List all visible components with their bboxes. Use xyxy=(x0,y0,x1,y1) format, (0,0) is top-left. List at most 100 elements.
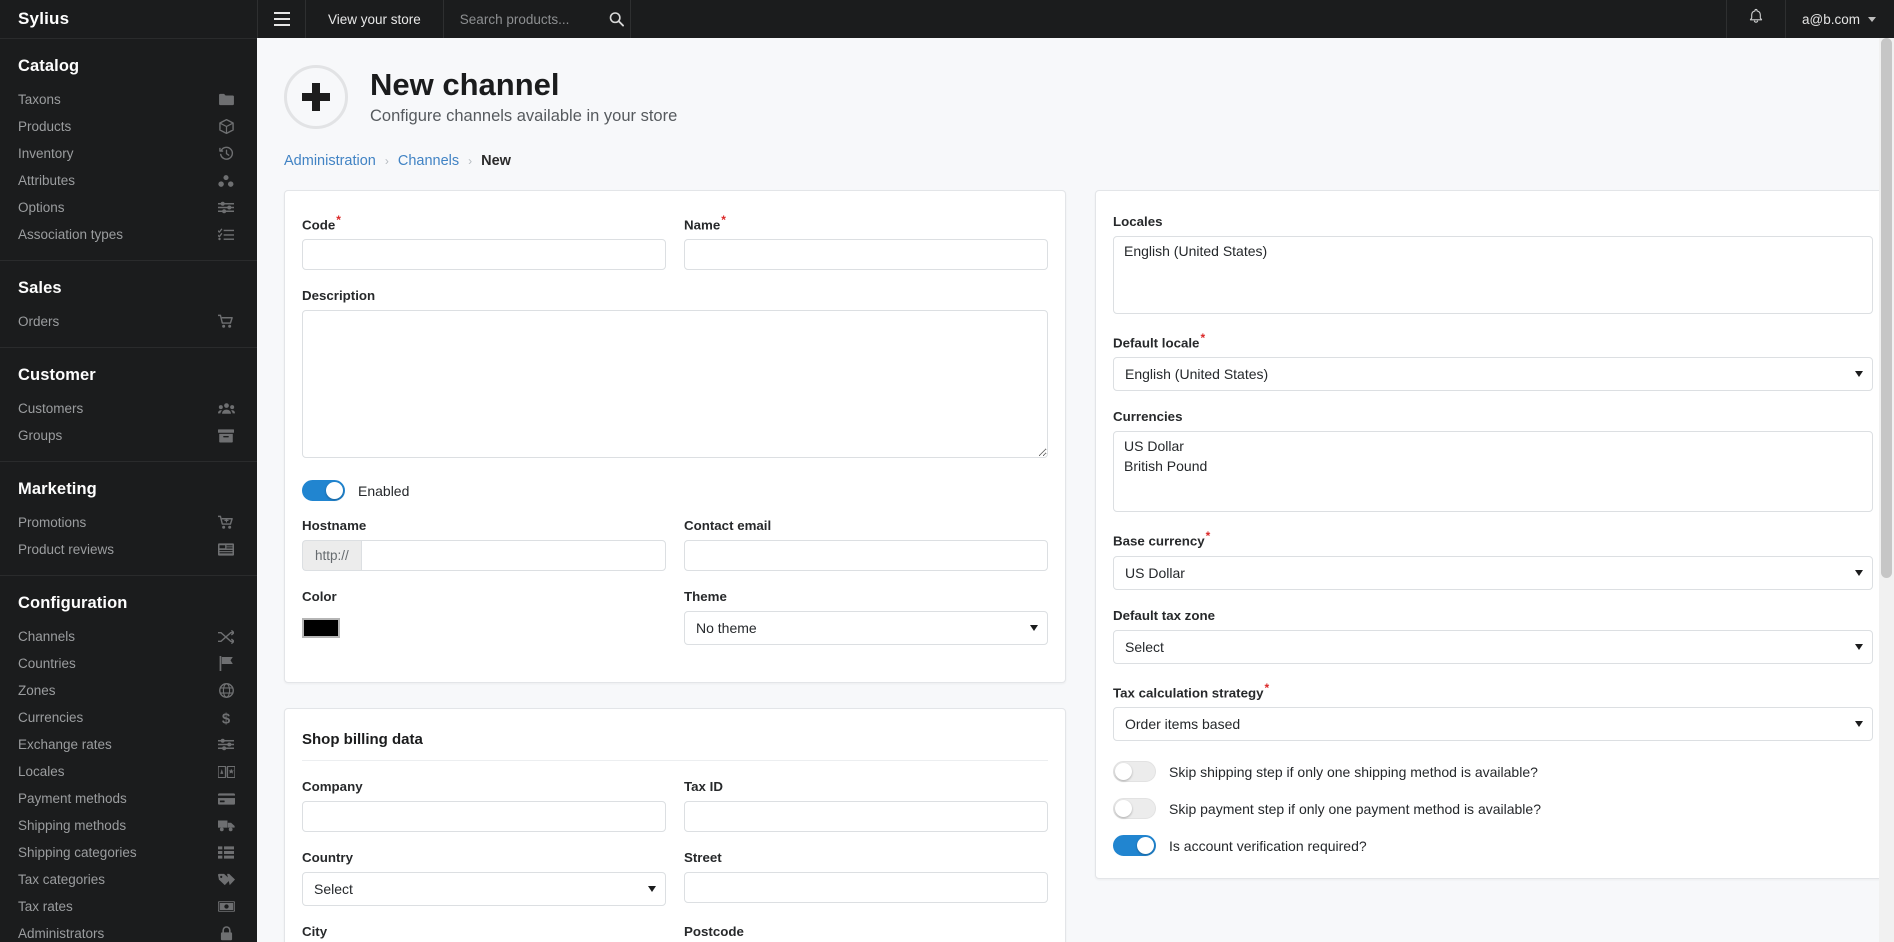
currencies-listbox[interactable]: US Dollar British Pound xyxy=(1113,431,1873,513)
country-select[interactable]: Select xyxy=(302,872,666,907)
sidebar-item-currencies[interactable]: Currencies $ xyxy=(0,704,257,731)
sidebar-item-exchange-rates[interactable]: Exchange rates xyxy=(0,731,257,758)
theme-select[interactable]: No theme xyxy=(684,611,1048,646)
sidebar-item-label: Countries xyxy=(18,656,76,671)
sidebar-item-label: Shipping methods xyxy=(18,818,127,833)
truck-icon xyxy=(217,818,235,834)
sidebar-item-options[interactable]: Options xyxy=(0,194,257,221)
sidebar-item-inventory[interactable]: Inventory xyxy=(0,140,257,167)
tax-calculation-strategy-select-box: Order items based xyxy=(1113,707,1873,742)
sidebar-item-administrators[interactable]: Administrators xyxy=(0,920,257,942)
sidebar-item-orders[interactable]: Orders xyxy=(0,308,257,335)
city-label: City xyxy=(302,924,328,940)
chevron-right-icon: › xyxy=(384,154,389,168)
locales-option[interactable]: English (United States) xyxy=(1114,242,1872,262)
company-label: Company xyxy=(302,779,363,795)
default-locale-field-group: Default locale* English (United States) xyxy=(1113,331,1873,392)
breadcrumb-item-channels[interactable]: Channels xyxy=(398,153,459,169)
street-input[interactable] xyxy=(684,872,1048,904)
tax-calculation-strategy-select[interactable]: Order items based xyxy=(1113,707,1873,742)
toggle-knob xyxy=(326,482,343,500)
credit-card-icon xyxy=(217,791,235,807)
sidebar-item-payment-methods[interactable]: Payment methods xyxy=(0,785,257,812)
company-taxid-row: Company Tax ID xyxy=(302,778,1048,849)
sidebar-item-attributes[interactable]: Attributes xyxy=(0,167,257,194)
cube-icon xyxy=(217,119,235,135)
notifications-button[interactable] xyxy=(1727,0,1785,38)
view-your-store-link[interactable]: View your store xyxy=(306,0,443,38)
theme-field-group: Theme No theme xyxy=(684,588,1048,646)
cubes-icon xyxy=(217,173,235,189)
sidebar-item-tax-categories[interactable]: Tax categories xyxy=(0,866,257,893)
currencies-option[interactable]: US Dollar xyxy=(1114,437,1872,457)
sidebar-item-association-types[interactable]: Association types xyxy=(0,221,257,248)
sidebar-item-locales[interactable]: Locales xyxy=(0,758,257,785)
sidebar-item-groups[interactable]: Groups xyxy=(0,422,257,449)
skip-shipping-toggle[interactable] xyxy=(1113,761,1156,783)
scrollbar-thumb[interactable] xyxy=(1881,38,1892,578)
hostname-input[interactable] xyxy=(360,540,666,572)
code-label-text: Code xyxy=(302,217,336,233)
company-field-group: Company xyxy=(302,778,666,833)
name-input[interactable] xyxy=(684,239,1048,271)
sidebar-section-customer: Customer Customers Groups xyxy=(0,348,257,462)
bell-icon xyxy=(1748,8,1764,30)
sidebar-item-label: Groups xyxy=(18,428,63,443)
sidebar-item-channels[interactable]: Channels xyxy=(0,623,257,650)
sidebar-item-shipping-categories[interactable]: Shipping categories xyxy=(0,839,257,866)
color-theme-row: Color Theme No theme xyxy=(302,588,1048,662)
shop-billing-title: Shop billing data xyxy=(302,731,1048,762)
sidebar-item-product-reviews[interactable]: Product reviews xyxy=(0,536,257,563)
tax-id-input[interactable] xyxy=(684,801,1048,833)
chevron-down-icon xyxy=(1868,16,1876,22)
hostname-email-row: Hostname http:// Contact email xyxy=(302,517,1048,588)
default-locale-select[interactable]: English (United States) xyxy=(1113,357,1873,392)
sidebar-item-zones[interactable]: Zones xyxy=(0,677,257,704)
search-icon[interactable] xyxy=(609,12,624,27)
enabled-toggle[interactable] xyxy=(302,480,345,502)
color-picker-swatch[interactable] xyxy=(302,618,340,639)
sidebar-item-products[interactable]: Products xyxy=(0,113,257,140)
sliders-icon xyxy=(217,737,235,753)
company-input[interactable] xyxy=(302,801,666,833)
account-verification-label: Is account verification required? xyxy=(1169,837,1367,854)
breadcrumb-item-administration[interactable]: Administration xyxy=(284,153,376,169)
user-account-menu[interactable]: a@b.com xyxy=(1786,0,1894,38)
locales-label: Locales xyxy=(1113,214,1163,229)
locales-listbox[interactable]: English (United States) xyxy=(1113,236,1873,314)
page-scrollbar[interactable] xyxy=(1879,38,1894,942)
shop-billing-data-card: Shop billing data Company Tax ID Country xyxy=(284,708,1066,942)
code-input[interactable] xyxy=(302,239,666,271)
account-verification-toggle[interactable] xyxy=(1113,835,1156,857)
required-asterisk: * xyxy=(721,213,726,227)
currencies-label: Currencies xyxy=(1113,409,1183,425)
sidebar-item-label: Inventory xyxy=(18,146,74,161)
hamburger-menu-button[interactable] xyxy=(258,0,305,38)
sidebar-item-label: Exchange rates xyxy=(18,737,112,752)
tax-id-field-group: Tax ID xyxy=(684,778,1048,833)
hostname-input-group: http:// xyxy=(302,540,666,572)
contact-email-input[interactable] xyxy=(684,540,1048,572)
base-currency-select[interactable]: US Dollar xyxy=(1113,555,1873,590)
sidebar-item-taxons[interactable]: Taxons xyxy=(0,86,257,113)
lock-icon xyxy=(217,926,235,942)
sidebar-item-shipping-methods[interactable]: Shipping methods xyxy=(0,812,257,839)
default-locale-select-box: English (United States) xyxy=(1113,357,1873,392)
base-currency-select-box: US Dollar xyxy=(1113,555,1873,590)
brand-logo[interactable]: Sylius xyxy=(0,0,257,38)
default-tax-zone-select[interactable]: Select xyxy=(1113,629,1873,664)
top-bar: Sylius View your store Search products..… xyxy=(0,0,1894,38)
sidebar-header-catalog: Catalog xyxy=(18,57,80,75)
skip-payment-toggle[interactable] xyxy=(1113,798,1156,820)
svg-text:$: $ xyxy=(222,710,231,726)
color-field-group: Color xyxy=(302,588,666,645)
sidebar-header-configuration: Configuration xyxy=(18,594,128,612)
sidebar-item-tax-rates[interactable]: Tax rates xyxy=(0,893,257,920)
currencies-option[interactable]: British Pound xyxy=(1114,457,1872,477)
sidebar-item-label: Payment methods xyxy=(18,791,127,806)
sidebar-item-customers[interactable]: Customers xyxy=(0,395,257,422)
search-input[interactable] xyxy=(457,10,608,28)
sidebar-item-promotions[interactable]: Promotions xyxy=(0,509,257,536)
description-textarea[interactable] xyxy=(302,310,1048,459)
sidebar-item-countries[interactable]: Countries xyxy=(0,650,257,677)
